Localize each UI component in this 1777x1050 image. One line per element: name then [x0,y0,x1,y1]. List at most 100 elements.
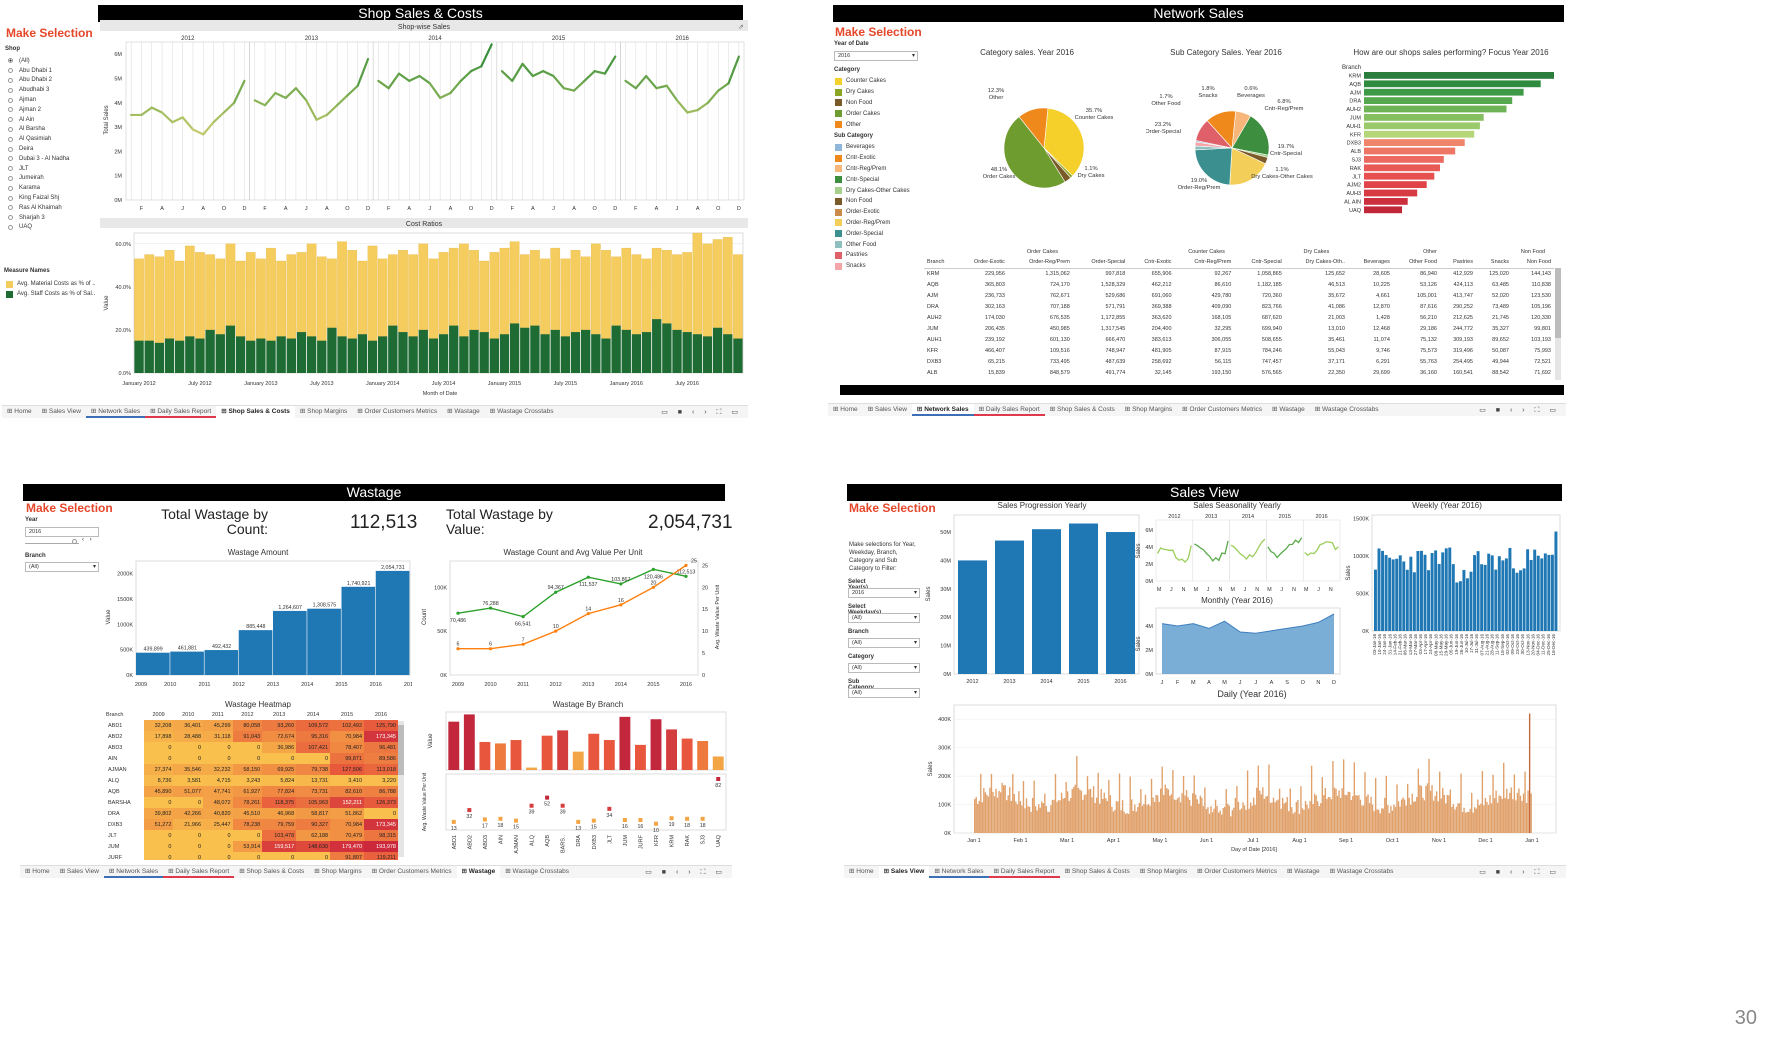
shop-option[interactable]: Karama [8,183,69,193]
radio-icon[interactable] [8,175,13,181]
shop-option[interactable]: Jumeirah [8,174,69,184]
shop-option[interactable]: Abu Dhabi 1 [8,66,69,76]
heatmap-row[interactable]: AJMAN 27,374 35,546 32,232 58,150 69,925 79,73… [106,764,398,775]
tab-shop-sales-costs[interactable]: ⊞ Shop Sales & Costs [234,866,309,878]
table-row[interactable]: KRM 229,956 1,315,062 997,818 655,906 92,267 1… [924,268,1554,279]
tab-home[interactable]: ⊞ Home [844,866,879,878]
radio-icon[interactable] [8,87,13,93]
year-dropdown[interactable]: 2016 [834,51,918,61]
radio-icon[interactable] [8,117,13,123]
shop-option[interactable]: Abu Dhabi 2 [8,76,69,86]
heatmap-row[interactable]: AIN 0 0 0 0 0 0 99,871 89,586 [106,753,398,764]
tab-order-customers-metrics[interactable]: ⊞ Order Customers Metrics [367,866,457,878]
subcategory-legend-item[interactable]: Other Food [835,239,910,250]
tab-order-customers-metrics[interactable]: ⊞ Order Customers Metrics [352,406,442,418]
tab-sales-view[interactable]: ⊞ Sales View [878,866,930,878]
tab-shop-margins[interactable]: ⊞ Shop Margins [309,866,366,878]
year-step-buttons[interactable]: ‹ › [82,537,94,543]
shop-option[interactable]: Ajman [8,95,69,105]
tab-order-customers-metrics[interactable]: ⊞ Order Customers Metrics [1192,866,1282,878]
heatmap-row[interactable]: ALQ 8,736 3,581 4,715 3,243 5,824 13,731 3,410 3… [106,775,398,786]
table-row[interactable]: AJM 236,733 762,671 529,686 691,060 429,780 72… [924,290,1554,301]
tab-wastage-crosstabs[interactable]: ⊞ Wastage Crosstabs [485,406,559,418]
tab-daily-sales-report[interactable]: ⊞ Daily Sales Report [973,404,1045,416]
radio-icon[interactable] [8,156,13,162]
radio-icon[interactable] [8,58,13,64]
tab-shop-margins[interactable]: ⊞ Shop Margins [1120,404,1177,416]
shop-option[interactable]: Al Barsha [8,125,69,135]
subcategory-legend-item[interactable]: Order-Special [835,228,910,239]
subcategory-legend-item[interactable]: Order-Reg/Prem [835,218,910,229]
filter-dropdown[interactable]: (All) [848,688,920,698]
tab-shop-sales-costs[interactable]: ⊞ Shop Sales & Costs [1060,866,1135,878]
filter-dropdown[interactable]: 2016 [848,588,920,598]
table-row[interactable]: KFR 466,407 109,516 748,947 481,905 87,915 784… [924,345,1554,356]
subcategory-legend-item[interactable]: Order-Exotic [835,207,910,218]
shop-option[interactable]: Ajman 2 [8,105,69,115]
shop-option[interactable]: Ras Al Khaimah [8,203,69,213]
shop-radio-list[interactable]: (All) Abu Dhabi 1 Abu Dhabi 2 Abudhabi 3 Ajm… [8,56,69,232]
heatmap-scrollbar[interactable] [398,721,404,857]
subcategory-legend-item[interactable]: Dry Cakes-Other Cakes [835,185,910,196]
tab-shop-margins[interactable]: ⊞ Shop Margins [1135,866,1192,878]
tab-network-sales[interactable]: ⊞ Network Sales [103,866,164,878]
heatmap-row[interactable]: DXB3 51,272 21,966 25,447 78,238 79,759 90,327… [106,819,398,830]
radio-icon[interactable] [8,107,13,113]
radio-icon[interactable] [8,146,13,152]
tab-network-sales[interactable]: ⊞ Network Sales [85,406,146,418]
tab-daily-sales-report[interactable]: ⊞ Daily Sales Report [145,406,217,418]
heatmap-row[interactable]: JURF 0 0 0 0 0 0 91,807 119,211 [106,852,398,860]
crosstab-scrollbar[interactable] [1555,268,1561,380]
tab-wastage[interactable]: ⊞ Wastage [1267,404,1310,416]
tab-sales-view[interactable]: ⊞ Sales View [55,866,104,878]
heatmap-row[interactable]: ABD3 0 0 0 0 36,986 107,421 78,407 96,481 [106,742,398,753]
radio-icon[interactable] [8,77,13,83]
tab-wastage[interactable]: ⊞ Wastage [442,406,485,418]
tab-network-sales[interactable]: ⊞ Network Sales [911,404,974,416]
category-legend-item[interactable]: Dry Cakes [835,87,886,98]
radio-icon[interactable] [8,185,13,191]
filter-dropdown[interactable]: (All) [848,663,920,673]
network-crosstab[interactable]: Order Cakes Counter Cakes Dry Cakes Other No… [924,246,1562,382]
radio-icon[interactable] [8,136,13,142]
filter-dropdown[interactable]: (All) [848,638,920,648]
year-input[interactable]: 2016 [25,527,99,537]
measure-legend-item[interactable]: Avg. Material Costs as % of .. [6,279,96,289]
tab-shop-sales-costs[interactable]: ⊞ Shop Sales & Costs [1045,404,1120,416]
tab-wastage-crosstabs[interactable]: ⊞ Wastage Crosstabs [1310,404,1384,416]
subcategory-legend-item[interactable]: Non Food [835,196,910,207]
radio-icon[interactable] [8,97,13,103]
tab-daily-sales-report[interactable]: ⊞ Daily Sales Report [163,866,235,878]
year-slider-handle[interactable] [72,539,77,544]
category-legend-item[interactable]: Other [835,119,886,130]
heatmap-row[interactable]: BARSHA 0 0 48,072 78,261 118,375 105,963 152,21… [106,797,398,808]
tab-home[interactable]: ⊞ Home [828,404,863,416]
tab-home[interactable]: ⊞ Home [2,406,37,418]
radio-icon[interactable] [8,224,13,230]
table-row[interactable]: AUH2 174,030 676,535 1,172,855 363,620 168,10… [924,312,1554,323]
shop-option[interactable]: Al Ain [8,115,69,125]
heatmap-row[interactable]: JLT 0 0 0 0 103,478 62,188 70,479 98,315 [106,830,398,841]
tab-nav-controls[interactable]: ▭ ■ ‹ › ⛶ ▭ [1479,406,1566,415]
heatmap-row[interactable]: DRA 39,802 42,266 40,820 45,510 46,968 58,817 5… [106,808,398,819]
table-row[interactable]: AQB 365,803 724,170 1,528,329 462,212 86,610 1… [924,279,1554,290]
table-row[interactable]: AUH1 239,192 601,130 666,470 383,613 306,055 5… [924,334,1554,345]
shop-option[interactable]: Al Qasimiah [8,134,69,144]
shop-option[interactable]: (All) [8,56,69,66]
heatmap-row[interactable]: JUM 0 0 0 53,914 159,517 148,630 179,470 193,978 [106,841,398,852]
tab-shop-sales-costs[interactable]: ⊞ Shop Sales & Costs [216,406,295,418]
tab-sales-view[interactable]: ⊞ Sales View [863,404,912,416]
heatmap-row[interactable]: ABD2 17,898 28,488 31,118 91,043 72,674 95,316… [106,731,398,742]
filter-dropdown[interactable]: (All) [848,613,920,623]
shop-option[interactable]: Sharjah 3 [8,213,69,223]
radio-icon[interactable] [8,68,13,74]
subcategory-legend-item[interactable]: Cntr-Special [835,174,910,185]
category-legend-item[interactable]: Counter Cakes [835,76,886,87]
shop-option[interactable]: King Faizal Shj [8,193,69,203]
shop-option[interactable]: UAQ [8,223,69,233]
tab-nav-controls[interactable]: ▭ ■ ‹ › ⛶ ▭ [1479,868,1566,877]
tab-nav-controls[interactable]: ▭ ■ ‹ › ⛶ ▭ [645,868,732,877]
tab-daily-sales-report[interactable]: ⊞ Daily Sales Report [988,866,1060,878]
tab-wastage[interactable]: ⊞ Wastage [1282,866,1325,878]
tab-nav-controls[interactable]: ▭ ■ ‹ › ⛶ ▭ [661,408,748,417]
